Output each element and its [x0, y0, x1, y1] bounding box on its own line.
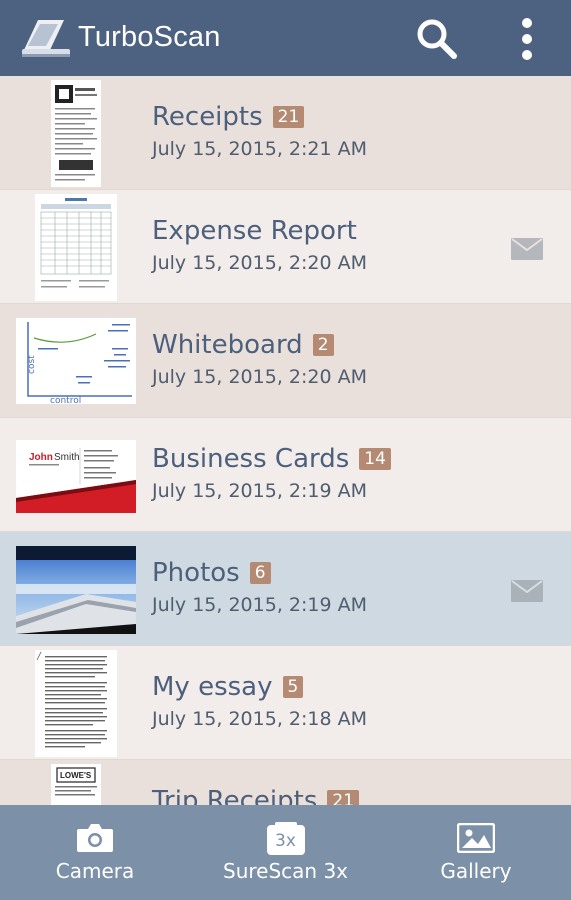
document-date: July 15, 2015, 2:21 AM — [152, 138, 367, 160]
document-title: Business Cards 14 — [152, 444, 391, 474]
document-row-receipts[interactable]: Receipts 21 July 15, 2015, 2:21 AM — [0, 76, 571, 190]
document-title: Trip Receipts 21 — [152, 786, 360, 805]
whiteboard-thumbnail: cost control — [16, 318, 136, 404]
photo-thumbnail — [16, 546, 136, 634]
business-card-thumbnail: John Smith — [16, 440, 136, 513]
expense-report-thumbnail — [35, 194, 117, 301]
app-bar: TurboScan — [0, 0, 571, 76]
surescan-tab[interactable]: 3x SureScan 3x — [190, 805, 381, 900]
document-date: July 15, 2015, 2:20 AM — [152, 366, 367, 388]
document-title: Whiteboard 2 — [152, 330, 334, 360]
svg-text:LOWE'S: LOWE'S — [60, 771, 92, 780]
svg-text:John: John — [29, 452, 53, 463]
page-count-badge: 5 — [282, 676, 304, 698]
document-date: July 15, 2015, 2:19 AM — [152, 594, 367, 616]
email-sent-icon[interactable] — [511, 580, 543, 602]
email-sent-icon[interactable] — [511, 238, 543, 260]
svg-text:control: control — [50, 396, 81, 404]
page-count-badge: 6 — [249, 562, 271, 584]
document-date: July 15, 2015, 2:20 AM — [152, 252, 367, 274]
document-title: Receipts 21 — [152, 102, 305, 132]
surescan-label: SureScan 3x — [223, 859, 348, 883]
turboscan-logo-icon — [22, 20, 70, 57]
camera-icon — [77, 824, 113, 852]
document-row-whiteboard[interactable]: cost control Whiteboard 2 July 15, 2015, … — [0, 304, 571, 418]
page-count-badge: 14 — [359, 448, 391, 470]
document-title: My essay 5 — [152, 672, 304, 702]
gallery-tab[interactable]: Gallery — [381, 805, 571, 900]
document-row-my-essay[interactable]: My essay 5 July 15, 2015, 2:18 AM — [0, 646, 571, 760]
trip-receipt-thumbnail: LOWE'S — [51, 764, 101, 805]
app-title: TurboScan — [78, 21, 221, 53]
gallery-label: Gallery — [440, 859, 512, 883]
essay-thumbnail — [35, 650, 117, 757]
document-row-expense-report[interactable]: Expense Report July 15, 2015, 2:20 AM — [0, 190, 571, 304]
document-list: Receipts 21 July 15, 2015, 2:21 AM Expen… — [0, 76, 571, 805]
document-title: Photos 6 — [152, 558, 271, 588]
camera-label: Camera — [55, 859, 135, 883]
search-icon[interactable] — [414, 16, 460, 62]
document-row-business-cards[interactable]: John Smith Business Cards 14 July 15, 201… — [0, 418, 571, 532]
bottom-nav: Camera 3x SureScan 3x Gallery — [0, 805, 571, 900]
document-title: Expense Report — [152, 216, 357, 246]
page-count-badge: 21 — [272, 106, 305, 128]
document-date: July 15, 2015, 2:18 AM — [152, 708, 367, 730]
svg-text:Smith: Smith — [54, 452, 80, 463]
surescan-icon: 3x — [266, 822, 305, 855]
page-count-badge: 21 — [327, 790, 360, 805]
gallery-icon — [457, 823, 495, 853]
svg-text:cost: cost — [27, 355, 37, 374]
document-row-photos[interactable]: Photos 6 July 15, 2015, 2:19 AM — [0, 532, 571, 646]
camera-tab[interactable]: Camera — [0, 805, 190, 900]
page-count-badge: 2 — [312, 334, 334, 356]
more-vert-icon[interactable] — [510, 16, 544, 62]
document-row-trip-receipts[interactable]: LOWE'S Trip Receipts 21 — [0, 760, 571, 805]
receipt-thumbnail — [51, 80, 101, 187]
document-date: July 15, 2015, 2:19 AM — [152, 480, 367, 502]
